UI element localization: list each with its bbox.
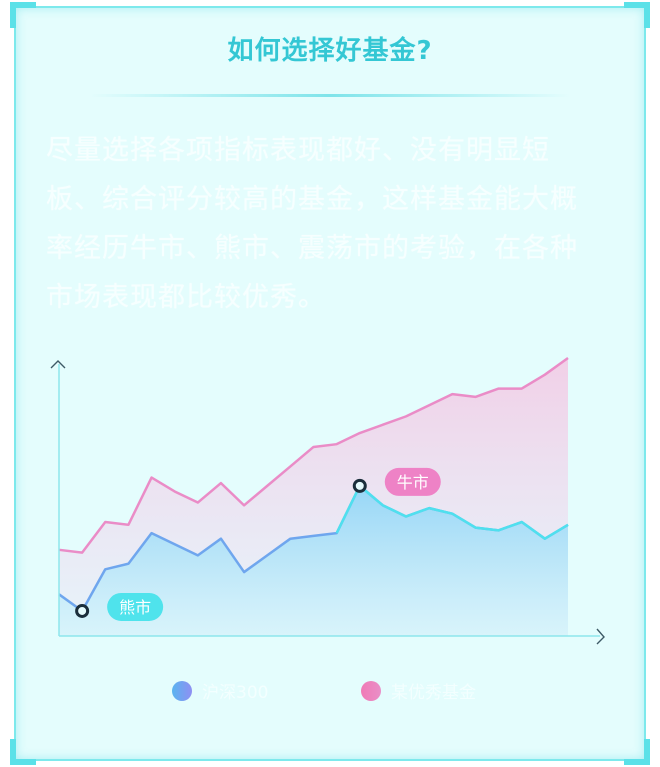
legend-label: 某优秀基金 [391,683,476,703]
title-divider [90,94,570,97]
legend-swatch [172,680,192,701]
legend-swatch [361,680,381,701]
y-axis-arrow [50,360,66,369]
marker-point [352,478,367,493]
annotation-label: 牛市 [397,473,429,492]
legend-item-hs300: 沪深300 [172,678,268,703]
page-title: 如何选择好基金? [227,36,433,66]
legend-item-fund: 某优秀基金 [361,678,476,703]
corner-decoration [10,2,36,28]
corner-decoration [624,2,650,28]
marker-point [75,603,90,618]
annotation-label: 熊市 [119,598,151,617]
description-text: 尽量选择各项指标表现都好、没有明显短板、综合评分较高的基金，这样基金能大概率经历… [46,135,578,313]
performance-chart: 熊市 牛市 [50,356,605,645]
legend-label: 沪深300 [202,683,269,703]
corner-decoration [10,739,36,765]
chart-legend: 沪深300 某优秀基金 [0,678,660,703]
corner-decoration [624,739,650,765]
